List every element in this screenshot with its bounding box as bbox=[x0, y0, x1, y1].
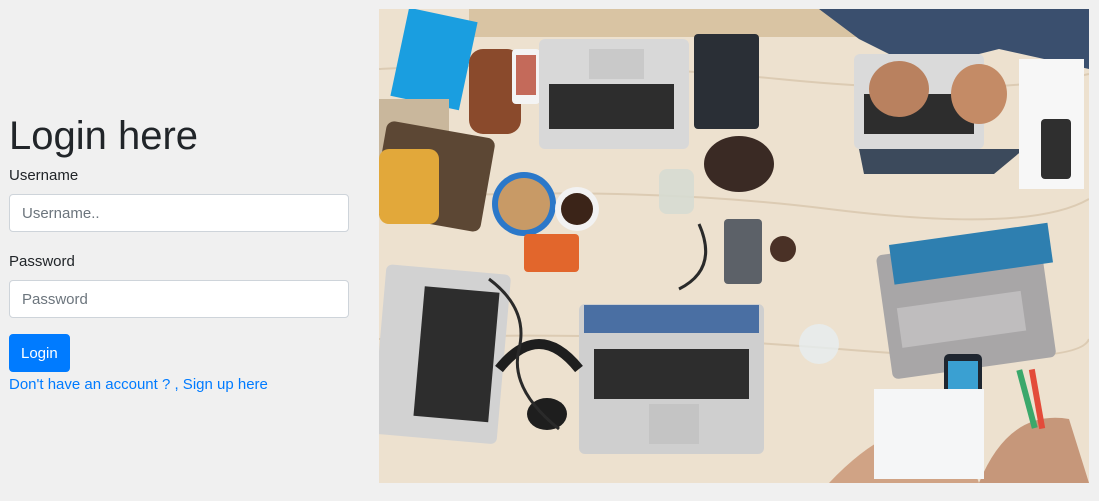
username-label: Username bbox=[9, 167, 79, 184]
workspace-illustration bbox=[379, 9, 1089, 483]
password-group: Password bbox=[9, 252, 349, 318]
page-title: Login here bbox=[9, 114, 199, 158]
login-page: Login here Username Password Login Don't… bbox=[0, 0, 1099, 501]
username-input[interactable] bbox=[9, 194, 349, 232]
password-label: Password bbox=[9, 253, 75, 270]
password-input[interactable] bbox=[9, 280, 349, 318]
login-button[interactable]: Login bbox=[9, 334, 70, 372]
login-form: Login here Username Password Login Don't… bbox=[9, 112, 349, 395]
signup-link[interactable]: Don't have an account ? , Sign up here bbox=[9, 375, 268, 395]
username-group: Username bbox=[9, 166, 349, 232]
workspace-photo bbox=[379, 9, 1089, 483]
